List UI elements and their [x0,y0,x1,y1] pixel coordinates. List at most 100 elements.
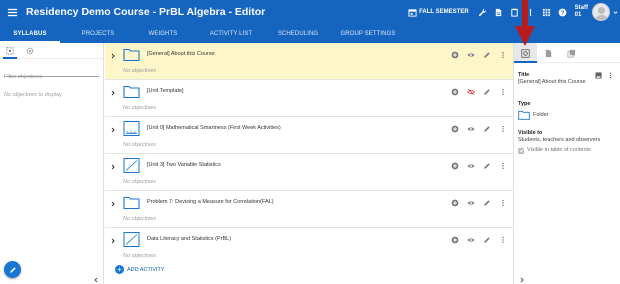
pencil-icon[interactable] [479,161,495,170]
tab-settings[interactable] [20,43,40,59]
more-vert-icon[interactable] [495,198,511,207]
activity-list: [General] About this Course No objective… [105,43,513,284]
activity-row[interactable]: Data Literacy and Statistics (PrBL) No o… [105,228,513,265]
type-property: Type Folder [518,101,549,120]
document-icon [545,49,552,57]
activity-row[interactable]: [Unit Template] No objectives [105,80,513,117]
activity-row[interactable]: [Unit 3] Two Variable Statistics No obje… [105,154,513,191]
target-icon [6,46,14,55]
checkbox-icon [518,147,524,154]
add-icon[interactable] [447,161,463,170]
chevron-right-icon[interactable] [110,238,116,244]
pencil-icon [9,266,16,273]
semester-label: FALL SEMESTER [419,9,469,15]
activity-objectives: No objectives [123,142,157,148]
tab-scheduling[interactable]: SCHEDULING [272,24,324,43]
user-menu[interactable]: Staff 01 [575,3,620,21]
visibility-property: Visible to Students, teachers and observ… [518,130,620,154]
activity-row[interactable]: [Unit 0] Mathematical Smartness (First W… [105,117,513,154]
pencil-icon[interactable] [479,235,495,244]
visible-toc-label: Visible in table of contents [527,147,591,153]
svg-text:?: ? [561,10,565,16]
calendar-icon [408,8,417,17]
type-value: Folder [533,111,549,118]
chevron-right-icon[interactable] [110,53,116,59]
wrench-icon[interactable] [475,0,491,24]
add-icon[interactable] [447,235,463,244]
chevron-down-icon [613,10,618,14]
activity-row[interactable]: [General] About this Course No objective… [105,43,513,80]
tab-projects[interactable]: PROJECTS [60,24,136,43]
activity-objectives: No objectives [123,179,157,185]
more-vert-icon[interactable] [495,50,511,59]
activity-title[interactable]: [Unit Template] [147,88,184,94]
add-activity-label: ADD ACTIVITY [127,266,165,273]
copy-icon [567,49,576,58]
title-value[interactable]: [General] About this Course [518,79,590,86]
add-icon[interactable] [447,198,463,207]
more-vert-icon[interactable] [495,87,511,96]
tab-content[interactable] [537,43,560,63]
more-vert-icon[interactable] [495,235,511,244]
chevron-right-icon[interactable] [519,277,525,283]
pencil-icon[interactable] [479,124,495,133]
visibility-icon[interactable] [463,235,479,244]
activity-title[interactable]: [Unit 0] Mathematical Smartness (First W… [147,125,281,131]
document-icon[interactable] [491,0,507,24]
chevron-left-icon[interactable] [93,277,99,283]
visible-toc-checkbox[interactable]: Visible in table of contents [518,147,620,154]
add-activity-button[interactable]: + ADD ACTIVITY [115,265,165,274]
activity-title[interactable]: [Unit 3] Two Variable Statistics [147,162,221,168]
more-vert-icon[interactable] [495,161,511,170]
user-name: Staff 01 [574,5,588,18]
semester-selector[interactable]: FALL SEMESTER [408,8,469,17]
visibility-icon[interactable] [463,50,479,59]
folder-icon [123,48,140,62]
properties-panel: Title [General] About this Course Type F… [513,43,620,284]
activity-title[interactable]: [General] About this Course [147,51,215,57]
title-label: Title [518,72,530,78]
visible-value[interactable]: Students, teachers and observers [518,137,620,144]
title-property: Title [General] About this Course [518,72,590,86]
pencil-icon[interactable] [479,87,495,96]
apps-grid-icon[interactable] [539,0,555,24]
help-icon[interactable]: ? [555,0,571,24]
tab-weights[interactable]: WEIGHTS [136,24,190,43]
chevron-right-icon[interactable] [110,164,116,170]
add-icon[interactable] [447,124,463,133]
tab-copies[interactable] [560,43,583,63]
activity-objectives: No objectives [123,216,157,222]
folder-icon [518,110,530,120]
add-icon[interactable] [447,50,463,59]
tab-group-settings[interactable]: GROUP SETTINGS [324,24,412,43]
activity-title[interactable]: Data Literacy and Statistics (PrBL) [147,236,231,242]
visibility-icon[interactable] [463,124,479,133]
chevron-right-icon[interactable] [110,127,116,133]
chevron-right-icon[interactable] [110,201,116,207]
image-icon[interactable] [592,71,604,80]
filter-objectives-input[interactable] [4,74,99,80]
visibility-icon[interactable] [463,161,479,170]
more-vert-icon[interactable] [604,71,616,80]
visibility-off-icon[interactable] [463,87,479,96]
activity-objectives: No objectives [123,105,157,111]
settings-box-icon [521,48,530,58]
tab-syllabus[interactable]: SYLLABUS [0,24,60,43]
activity-row[interactable]: Problem 7: Devising a Measure for Correl… [105,191,513,228]
tab-objectives[interactable] [0,43,20,59]
visible-label: Visible to [518,130,543,136]
more-vert-icon[interactable] [495,124,511,133]
type-label: Type [518,101,531,107]
filter-objectives[interactable] [4,65,99,80]
tab-activity-list[interactable]: ACTIVITY LIST [190,24,272,43]
edit-fab-button[interactable] [4,261,21,278]
add-icon[interactable] [447,87,463,96]
line-chart-icon [123,232,140,247]
pencil-icon[interactable] [479,50,495,59]
chevron-right-icon[interactable] [110,90,116,96]
pencil-icon[interactable] [479,198,495,207]
menu-icon[interactable] [0,0,24,24]
activity-title[interactable]: Problem 7: Devising a Measure for Correl… [147,199,274,205]
visibility-icon[interactable] [463,198,479,207]
editor-app: Residency Demo Course - PrBL Algebra - E… [0,0,620,284]
